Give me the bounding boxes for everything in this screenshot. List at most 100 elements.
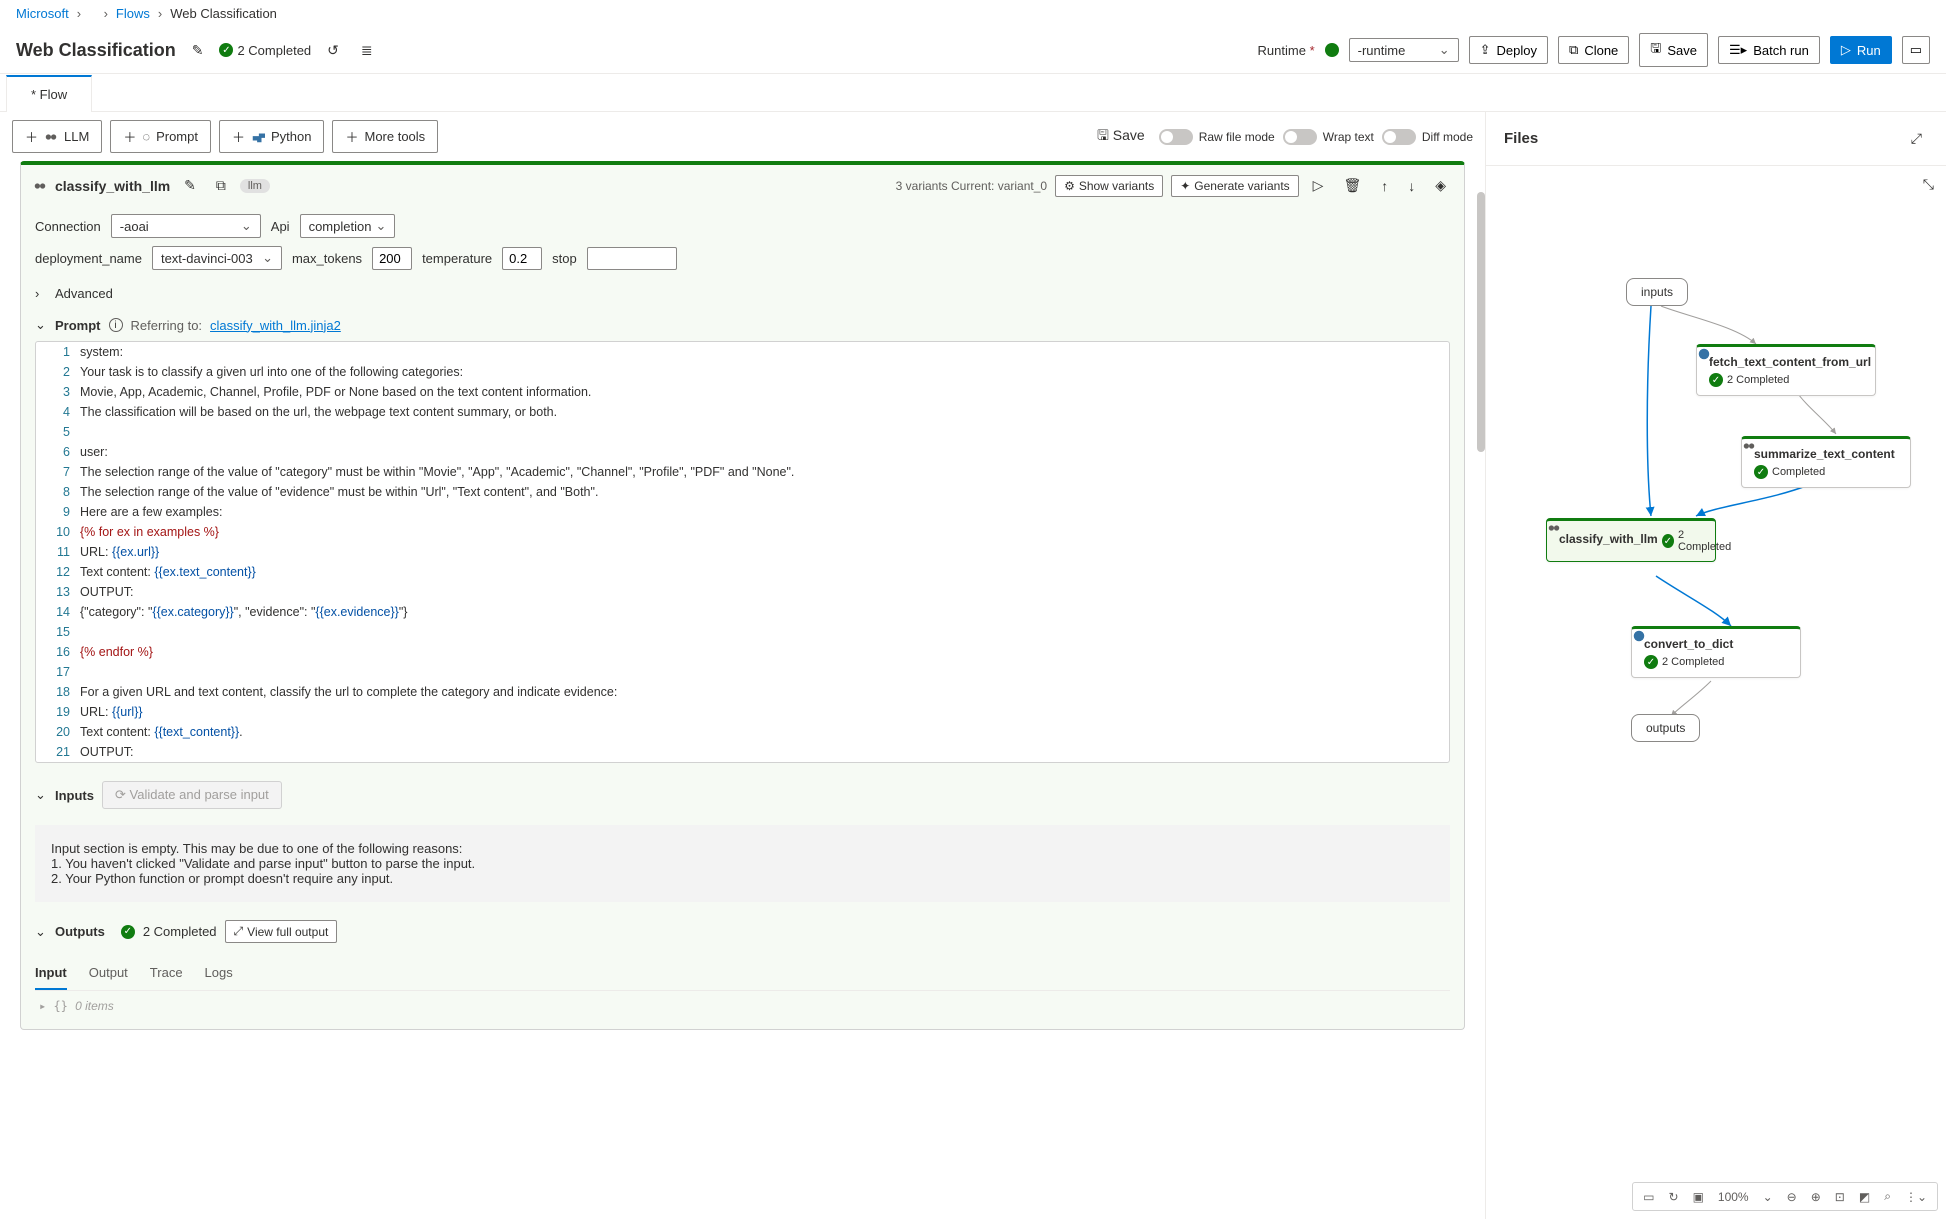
variants-info: 3 variants Current: variant_0 [896, 179, 1047, 193]
prompt-editor[interactable]: 1system:2Your task is to classify a give… [35, 341, 1450, 763]
prompt-file-link[interactable]: classify_with_llm.jinja2 [210, 318, 341, 333]
history-icon[interactable]: ↺ [321, 38, 345, 63]
more-tools-button[interactable]: ＋ More tools [332, 120, 438, 153]
edit-title-icon[interactable]: ✎ [186, 38, 210, 63]
graph-toolbar: ▭ ↻ ▣ 100%⌄ ⊖ ⊕ ⊡ ◩ ⌕ ⋮⌄ [1632, 1182, 1938, 1211]
zoom-fit-icon[interactable]: ⊡ [1829, 1186, 1851, 1208]
tabbar: * Flow [0, 74, 1946, 112]
runtime-select[interactable]: -runtime⌄ [1349, 38, 1459, 62]
wrap-text-toggle[interactable] [1283, 129, 1317, 145]
check-circle-icon: ✓ [219, 43, 233, 57]
add-llm-button[interactable]: ＋ LLM [12, 120, 102, 153]
graph-fit-icon[interactable]: ▣ [1687, 1186, 1710, 1208]
breadcrumb: Microsoft › x › Flows › Web Classificati… [0, 0, 1946, 27]
copy-icon: ⧉ [1569, 42, 1578, 58]
flow-graph[interactable]: ⤡ inputs fetch_text_content_from_url ✓2 … [1486, 165, 1946, 1219]
sliders-icon: ⚙ [1064, 179, 1075, 193]
add-python-button[interactable]: ＋ Python [219, 120, 325, 153]
api-select[interactable]: completion⌄ [300, 214, 396, 238]
scrollbar[interactable] [1477, 192, 1485, 452]
subtab-logs[interactable]: Logs [205, 957, 233, 990]
page-header: Web Classification ✎ ✓ 2 Completed ↺ ≣ R… [0, 27, 1946, 74]
search-icon[interactable]: ⌕ [1878, 1185, 1897, 1208]
api-label: Api [271, 219, 290, 234]
outputs-label: Outputs [55, 924, 105, 939]
minimap-icon[interactable]: ◩ [1853, 1186, 1876, 1208]
layout-icon[interactable]: ▭ [1902, 36, 1930, 64]
advanced-toggle[interactable]: › Advanced [35, 278, 1450, 309]
temperature-input[interactable] [502, 247, 542, 270]
chevron-down-icon: ⌄ [35, 787, 47, 803]
more-icon[interactable]: ⋮⌄ [1899, 1186, 1933, 1208]
delete-node-icon[interactable]: 🗑 [1337, 173, 1367, 198]
chevron-right-icon: › [77, 6, 81, 21]
zoom-out-icon[interactable]: ⊖ [1781, 1186, 1803, 1208]
max-tokens-input[interactable] [372, 247, 412, 270]
runtime-status-icon [1325, 43, 1339, 57]
save-icon: 🖫 [1650, 39, 1661, 61]
batch-run-button[interactable]: ☰▸Batch run [1718, 36, 1820, 64]
chevron-right-icon: › [158, 6, 162, 21]
copy-node-icon[interactable]: ⧉ [210, 173, 232, 198]
output-subtabs: Input Output Trace Logs [35, 957, 1450, 991]
outputs-status: 2 Completed [143, 924, 217, 939]
add-prompt-button[interactable]: ＋ ◌Prompt [110, 120, 211, 153]
breadcrumb-root[interactable]: Microsoft [16, 6, 69, 21]
generate-variants-button[interactable]: ✦Generate variants [1171, 175, 1298, 197]
raw-file-toggle[interactable] [1159, 129, 1193, 145]
graph-node-summarize[interactable]: summarize_text_content ✓Completed [1741, 436, 1911, 488]
check-circle-icon: ✓ [1754, 465, 1768, 479]
validate-input-button[interactable]: ⟳ Validate and parse input [102, 781, 282, 809]
subtab-output[interactable]: Output [89, 957, 128, 990]
deployment-select[interactable]: text-davinci-003⌄ [152, 246, 282, 270]
subtab-input[interactable]: Input [35, 957, 67, 990]
graph-refresh-icon[interactable]: ↻ [1663, 1186, 1685, 1208]
subtab-trace[interactable]: Trace [150, 957, 183, 990]
graph-node-inputs[interactable]: inputs [1626, 278, 1688, 306]
graph-node-convert[interactable]: convert_to_dict ✓2 Completed [1631, 626, 1801, 678]
node-card-classify-with-llm: classify_with_llm ✎ ⧉ llm 3 variants Cur… [20, 161, 1465, 1030]
save-button[interactable]: 🖫Save [1639, 33, 1708, 67]
diff-mode-toggle[interactable] [1382, 129, 1416, 145]
run-node-icon[interactable]: ▷ [1307, 173, 1330, 198]
node-name: classify_with_llm [55, 178, 170, 194]
clone-button[interactable]: ⧉Clone [1558, 36, 1629, 64]
node-type-tag: llm [240, 179, 270, 193]
connection-select[interactable]: -aoai⌄ [111, 214, 261, 238]
zoom-level: 100% [1712, 1186, 1755, 1208]
zoom-in-icon[interactable]: ⊕ [1805, 1186, 1827, 1208]
raw-file-label: Raw file mode [1199, 130, 1275, 144]
stop-input[interactable] [587, 247, 677, 270]
edit-node-name-icon[interactable]: ✎ [178, 173, 202, 198]
move-down-icon[interactable]: ↓ [1402, 174, 1421, 198]
llm-icon [1547, 521, 1561, 535]
info-icon[interactable]: i [109, 318, 123, 332]
breadcrumb-flows[interactable]: Flows [116, 6, 150, 21]
play-icon: ▷ [1841, 42, 1851, 58]
deployment-label: deployment_name [35, 251, 142, 266]
graph-node-outputs[interactable]: outputs [1631, 714, 1700, 742]
graph-node-fetch[interactable]: fetch_text_content_from_url ✓2 Completed [1696, 344, 1876, 396]
list-icon[interactable]: ≣ [355, 38, 379, 63]
view-full-output-button[interactable]: ⤢View full output [225, 920, 338, 943]
connection-label: Connection [35, 219, 101, 234]
graph-node-classify[interactable]: classify_with_llm ✓2 Completed [1546, 518, 1716, 562]
page-title: Web Classification [16, 40, 176, 61]
python-icon [1697, 347, 1711, 361]
tab-flow[interactable]: * Flow [6, 75, 92, 112]
focus-node-icon[interactable]: ◈ [1429, 173, 1452, 198]
python-icon [1632, 629, 1646, 643]
runtime-label: Runtime * [1258, 43, 1315, 58]
output-items: ▸ {} 0 items [35, 991, 1450, 1021]
run-button[interactable]: ▷Run [1830, 36, 1892, 64]
deploy-button[interactable]: ⇪Deploy [1469, 36, 1548, 64]
graph-layout-icon[interactable]: ▭ [1637, 1186, 1660, 1208]
breadcrumb-current: Web Classification [170, 6, 277, 21]
diff-mode-label: Diff mode [1422, 130, 1473, 144]
expand-files-icon[interactable]: ⤢ [1905, 126, 1928, 151]
save-flow-button[interactable]: 🖫 Save [1091, 121, 1151, 153]
bulb-icon: ◌ [142, 129, 150, 144]
inputs-label: Inputs [55, 788, 94, 803]
move-up-icon[interactable]: ↑ [1375, 174, 1394, 198]
show-variants-button[interactable]: ⚙Show variants [1055, 175, 1163, 197]
